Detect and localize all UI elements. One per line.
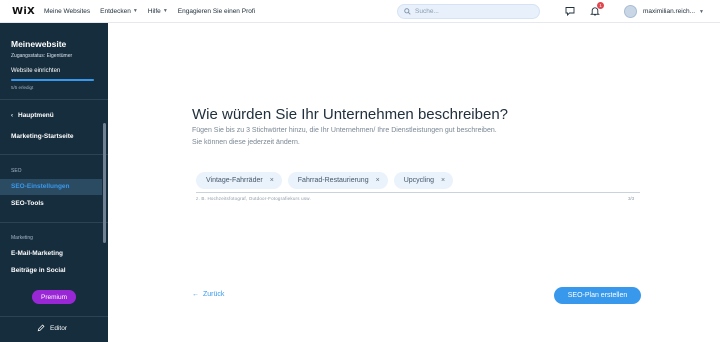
nav-hire-pro-label: Engagieren Sie einen Profi bbox=[177, 7, 256, 15]
sidebar-divider bbox=[0, 222, 108, 223]
nav-explore[interactable]: Entdecken ▼ bbox=[100, 8, 138, 15]
sidebar-item-seo-settings[interactable]: SEO-Einstellungen bbox=[11, 183, 70, 190]
keyword-tag-label: Fahrrad-Restaurierung bbox=[297, 177, 369, 184]
remove-tag-icon[interactable]: × bbox=[270, 177, 274, 184]
wix-logo[interactable]: WiX bbox=[12, 6, 35, 17]
setup-progress-fill bbox=[11, 79, 94, 81]
sidebar-divider bbox=[0, 99, 108, 100]
sidebar-item-social-posts[interactable]: Beiträge in Social bbox=[11, 267, 66, 274]
back-button[interactable]: ← Zurück bbox=[192, 291, 224, 298]
back-button-label: Zurück bbox=[203, 291, 225, 298]
avatar bbox=[624, 5, 637, 18]
keyword-tag-label: Upcycling bbox=[403, 177, 435, 184]
chevron-down-icon: ▼ bbox=[132, 8, 138, 14]
notification-badge: 1 bbox=[597, 2, 604, 9]
nav-my-sites-label: Meine Websites bbox=[44, 7, 91, 15]
notifications-bell-icon[interactable]: 1 bbox=[589, 2, 604, 17]
sidebar-divider bbox=[0, 154, 108, 155]
arrow-left-icon: ← bbox=[192, 291, 199, 298]
sidebar-item-seo-tools[interactable]: SEO-Tools bbox=[11, 200, 44, 207]
page-title: Wie würden Sie Ihr Unternehmen beschreib… bbox=[192, 106, 509, 123]
sidebar-item-email-marketing[interactable]: E-Mail-Marketing bbox=[11, 250, 63, 257]
search-placeholder: Suche... bbox=[415, 8, 439, 15]
search-icon bbox=[404, 8, 411, 15]
back-to-main-menu-label: Hauptmenü bbox=[18, 112, 54, 119]
nav-help[interactable]: Hilfe ▼ bbox=[148, 8, 168, 15]
setup-progress-bar bbox=[11, 79, 94, 81]
page-subtitle-line-2: Sie können diese jederzeit ändern. bbox=[192, 139, 300, 146]
top-bar: WiX Meine Websites Entdecken ▼ Hilfe ▼ Eng… bbox=[0, 0, 720, 23]
nav-hire-pro[interactable]: Engagieren Sie einen Profi bbox=[178, 8, 255, 15]
site-title: Meinewebsite bbox=[11, 39, 67, 49]
setup-label[interactable]: Website einrichten bbox=[11, 68, 60, 74]
keyword-tag: Vintage-Fahrräder × bbox=[196, 172, 282, 189]
sidebar: Meinewebsite Zugangsstatus: Eigentümer W… bbox=[0, 23, 108, 342]
remove-tag-icon[interactable]: × bbox=[376, 177, 380, 184]
page-subtitle-line-1: Fügen Sie bis zu 3 Stichwörter hinzu, di… bbox=[192, 127, 497, 134]
user-name: maximilian.reich... bbox=[643, 8, 696, 15]
keyword-input-underline bbox=[196, 192, 640, 193]
access-status: Zugangsstatus: Eigentümer bbox=[11, 53, 73, 59]
remove-tag-icon[interactable]: × bbox=[441, 177, 445, 184]
sidebar-section-seo: SEO bbox=[11, 168, 22, 174]
chevron-down-icon: ▼ bbox=[162, 8, 168, 14]
keyword-tag: Upcycling × bbox=[393, 172, 454, 189]
sidebar-item-marketing-home[interactable]: Marketing-Startseite bbox=[11, 133, 74, 140]
user-menu[interactable]: maximilian.reich... ▼ bbox=[624, 4, 704, 19]
sidebar-divider bbox=[0, 316, 108, 317]
premium-button[interactable]: Premium bbox=[32, 290, 76, 304]
sidebar-section-marketing: Marketing bbox=[11, 235, 33, 241]
create-seo-plan-button[interactable]: SEO-Plan erstellen bbox=[554, 287, 641, 304]
keyword-input[interactable]: Vintage-Fahrräder × Fahrrad-Restaurierun… bbox=[196, 172, 459, 189]
editor-label: Editor bbox=[50, 324, 67, 332]
chevron-left-icon: ‹ bbox=[11, 112, 13, 119]
keyword-tag: Fahrrad-Restaurierung × bbox=[287, 172, 388, 189]
setup-progress-text: 5/5 erledigt bbox=[11, 85, 34, 90]
nav-my-sites[interactable]: Meine Websites bbox=[44, 8, 90, 15]
back-to-main-menu[interactable]: ‹ Hauptmenü bbox=[11, 112, 54, 119]
pencil-icon bbox=[37, 324, 45, 332]
nav-help-label: Hilfe bbox=[147, 7, 161, 15]
nav-explore-label: Entdecken bbox=[100, 7, 131, 15]
search-input[interactable]: Suche... bbox=[397, 4, 540, 19]
chevron-down-icon: ▼ bbox=[699, 8, 704, 15]
keyword-counter: 3/3 bbox=[628, 196, 635, 201]
editor-button[interactable]: Editor bbox=[37, 324, 67, 332]
sidebar-scrollbar[interactable] bbox=[103, 123, 106, 243]
keyword-tag-label: Vintage-Fahrräder bbox=[206, 177, 263, 184]
messages-icon[interactable] bbox=[564, 5, 576, 17]
keyword-input-hint: z. B. Hochzeitsfotograf, Outdoor-Fotogra… bbox=[196, 196, 311, 201]
